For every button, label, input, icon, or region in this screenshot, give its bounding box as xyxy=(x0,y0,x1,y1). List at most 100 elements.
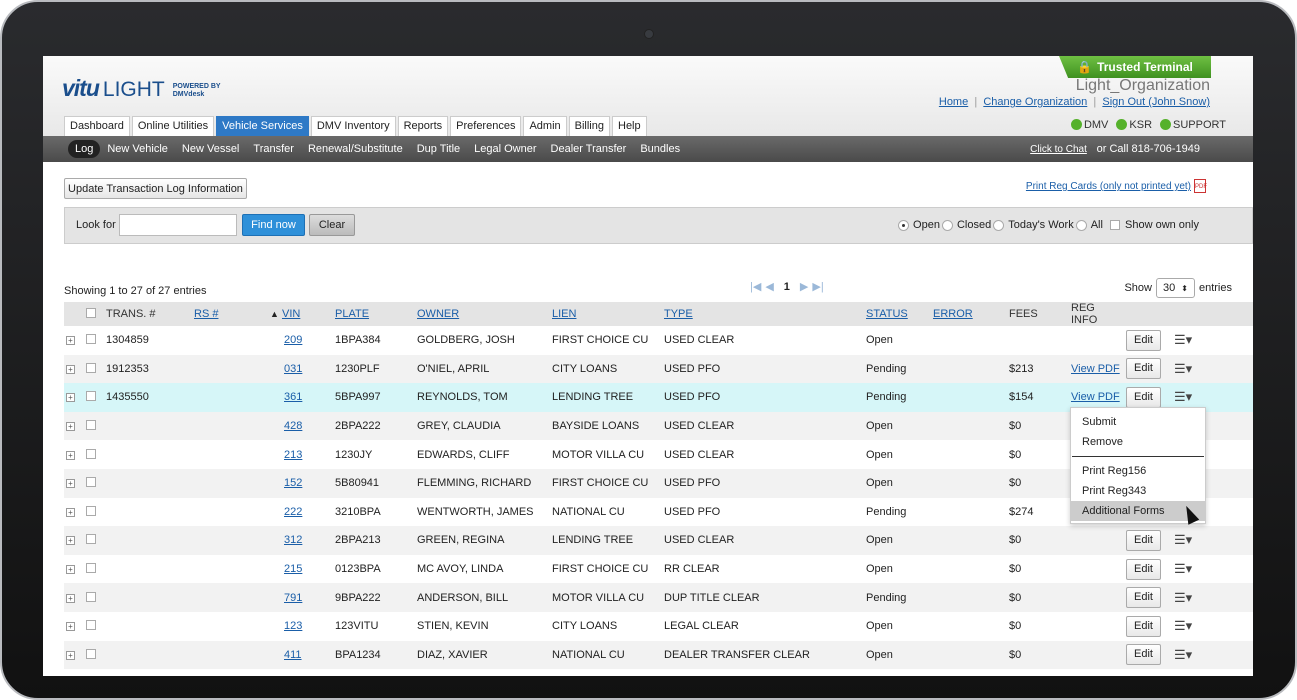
row-checkbox[interactable] xyxy=(86,534,96,545)
tab-dashboard[interactable]: Dashboard xyxy=(64,116,130,136)
col-type[interactable]: TYPE xyxy=(662,302,864,326)
tab-online-utilities[interactable]: Online Utilities xyxy=(131,116,215,136)
subnav-new-vessel[interactable]: New Vessel xyxy=(175,140,246,158)
expand-icon[interactable]: + xyxy=(66,507,75,517)
col-owner[interactable]: OWNER xyxy=(415,302,550,326)
expand-icon[interactable]: + xyxy=(66,336,75,346)
table-row[interactable]: +215 0123BPA MC AVOY, LINDA FIRST CHOICE CU… xyxy=(64,555,1253,584)
subnav-log[interactable]: Log xyxy=(68,140,101,158)
show-own-checkbox[interactable] xyxy=(1110,220,1120,230)
vin-link[interactable]: 411 xyxy=(284,649,302,661)
edit-button[interactable]: Edit xyxy=(1126,329,1161,351)
edit-button[interactable]: Edit xyxy=(1126,558,1161,580)
expand-icon[interactable]: + xyxy=(66,650,75,660)
table-row[interactable]: +1912353 031 1230PLF O'NIEL, APRIL CITY LOAN… xyxy=(64,354,1253,384)
clear-button[interactable]: Clear xyxy=(309,214,355,236)
row-checkbox[interactable] xyxy=(86,420,96,431)
expand-icon[interactable]: + xyxy=(66,479,75,489)
row-menu-icon[interactable]: ☰▾ xyxy=(1174,618,1192,634)
pdf-icon[interactable]: PDF xyxy=(1194,179,1207,193)
prev-page-icon[interactable]: ◀ xyxy=(765,280,773,293)
expand-icon[interactable]: + xyxy=(66,536,75,546)
tab-vehicle-services[interactable]: Vehicle Services xyxy=(216,116,309,136)
vin-link[interactable]: 791 xyxy=(284,592,302,604)
row-checkbox[interactable] xyxy=(86,591,96,602)
table-row[interactable]: +123 123VITU STIEN, KEVIN CITY LOANS LEGAL C… xyxy=(64,612,1253,641)
edit-button[interactable]: Edit xyxy=(1126,386,1161,408)
next-page-icon[interactable]: ▶ xyxy=(800,280,808,293)
page-size-select[interactable]: 30 ⬍ xyxy=(1155,278,1195,298)
vin-link[interactable]: 123 xyxy=(284,620,302,632)
subnav-transfer[interactable]: Transfer xyxy=(246,140,301,158)
table-row[interactable]: +791 9BPA222 ANDERSON, BILL MOTOR VILLA CU D… xyxy=(64,583,1253,612)
row-menu-icon[interactable]: ☰▾ xyxy=(1174,532,1192,548)
edit-button[interactable]: Edit xyxy=(1126,358,1161,380)
last-page-icon[interactable]: ▶| xyxy=(812,280,823,293)
col-lien[interactable]: LIEN xyxy=(550,302,662,326)
expand-icon[interactable]: + xyxy=(66,450,75,460)
sign-out-link[interactable]: Sign Out (John Snow) xyxy=(1102,96,1210,108)
row-checkbox[interactable] xyxy=(86,620,96,631)
row-checkbox[interactable] xyxy=(86,563,96,574)
vin-link[interactable]: 213 xyxy=(284,449,302,461)
expand-icon[interactable]: + xyxy=(66,593,75,603)
col-plate[interactable]: PLATE xyxy=(333,302,415,326)
tab-admin[interactable]: Admin xyxy=(523,116,567,136)
menu-print-reg156[interactable]: Print Reg156 xyxy=(1071,461,1205,481)
vin-link[interactable]: 209 xyxy=(284,334,302,346)
view-pdf-link[interactable]: View PDF xyxy=(1071,391,1120,403)
menu-print-reg343[interactable]: Print Reg343 xyxy=(1071,481,1205,501)
change-organization-link[interactable]: Change Organization xyxy=(983,96,1087,108)
expand-icon[interactable]: + xyxy=(66,393,75,403)
subnav-new-vehicle[interactable]: New Vehicle xyxy=(100,140,175,158)
table-row[interactable]: +411 BPA1234 DIAZ, XAVIER NATIONAL CU DEALER… xyxy=(64,640,1253,670)
vin-link[interactable]: 428 xyxy=(284,420,302,432)
tab-billing[interactable]: Billing xyxy=(568,116,610,136)
vin-link[interactable]: 361 xyxy=(284,391,302,403)
click-to-chat-link[interactable]: Click to Chat xyxy=(1030,144,1087,155)
menu-remove[interactable]: Remove xyxy=(1071,432,1205,452)
tab-preferences[interactable]: Preferences xyxy=(450,116,522,136)
col-status[interactable]: STATUS xyxy=(864,302,931,326)
expand-icon[interactable]: + xyxy=(66,422,75,432)
vin-link[interactable]: 152 xyxy=(284,477,302,489)
subnav-dup-title[interactable]: Dup Title xyxy=(410,140,467,158)
row-menu-icon[interactable]: ☰▾ xyxy=(1174,647,1192,663)
select-all-checkbox[interactable] xyxy=(86,308,96,318)
search-input[interactable] xyxy=(119,214,237,236)
vin-link[interactable]: 031 xyxy=(284,363,302,375)
table-row[interactable]: +1304859 209 1BPA384 GOLDBERG, JOSH FIRST CH… xyxy=(64,326,1253,355)
subnav-renewal[interactable]: Renewal/Substitute xyxy=(301,140,410,158)
row-checkbox[interactable] xyxy=(86,448,96,459)
subnav-dealer-transfer[interactable]: Dealer Transfer xyxy=(544,140,634,158)
find-now-button[interactable]: Find now xyxy=(242,214,305,236)
current-page[interactable]: 1 xyxy=(784,281,790,293)
expand-icon[interactable]: + xyxy=(66,565,75,575)
edit-button[interactable]: Edit xyxy=(1126,529,1161,551)
tab-dmv-inventory[interactable]: DMV Inventory xyxy=(310,116,396,136)
row-checkbox[interactable] xyxy=(86,477,96,488)
col-error[interactable]: ERROR xyxy=(931,302,1007,326)
edit-button[interactable]: Edit xyxy=(1126,587,1161,609)
row-menu-icon[interactable]: ☰▾ xyxy=(1174,590,1192,606)
radio-open[interactable] xyxy=(898,219,910,231)
row-checkbox[interactable] xyxy=(86,648,96,659)
row-menu-icon[interactable]: ☰▾ xyxy=(1174,561,1192,577)
row-menu-icon[interactable]: ☰▾ xyxy=(1174,361,1192,377)
radio-all[interactable] xyxy=(1075,219,1087,231)
update-log-button[interactable]: Update Transaction Log Information xyxy=(64,178,247,199)
vin-link[interactable]: 312 xyxy=(284,534,302,546)
row-checkbox[interactable] xyxy=(86,334,96,345)
expand-icon[interactable]: + xyxy=(66,622,75,632)
row-checkbox[interactable] xyxy=(86,505,96,516)
expand-icon[interactable]: + xyxy=(66,364,75,374)
row-checkbox[interactable] xyxy=(86,391,96,402)
col-vin[interactable]: ▲ VIN xyxy=(268,302,333,326)
col-trans[interactable]: TRANS. # xyxy=(104,302,192,326)
edit-button[interactable]: Edit xyxy=(1126,615,1161,637)
radio-todays-work[interactable] xyxy=(993,219,1005,231)
vin-link[interactable]: 215 xyxy=(284,563,302,575)
radio-closed[interactable] xyxy=(941,219,953,231)
first-page-icon[interactable]: |◀ xyxy=(750,280,761,293)
menu-submit[interactable]: Submit xyxy=(1071,412,1205,432)
